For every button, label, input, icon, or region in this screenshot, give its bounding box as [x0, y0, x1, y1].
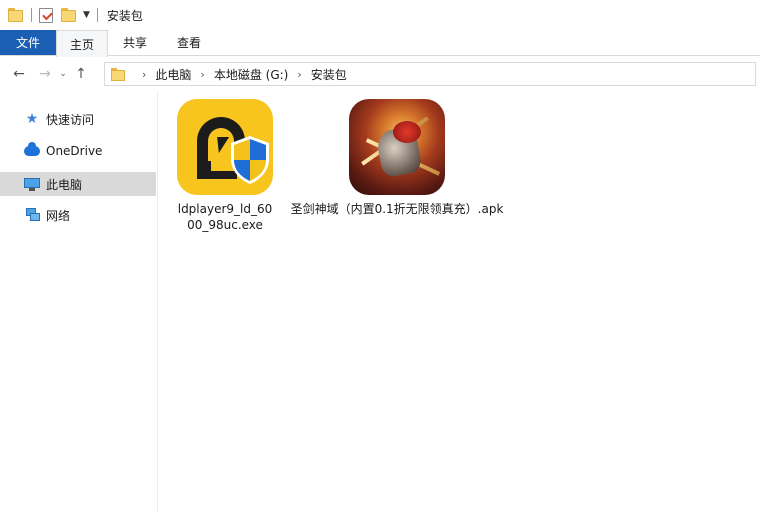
ribbon-tabs: 文件 主页 共享 查看 [0, 30, 760, 57]
customize-quick-access-icon[interactable]: ▼ [83, 10, 90, 20]
network-icon [24, 208, 40, 222]
navigation-bar: ← → ⌄ ↑ › 此电脑 › 本地磁盘 (G:) › 安装包 [0, 57, 760, 91]
title-bar: ▼ 安装包 [0, 0, 760, 30]
title-separator [96, 8, 98, 22]
breadcrumb-chevron-icon[interactable]: › [297, 68, 301, 81]
computer-icon [24, 177, 40, 191]
file-list: ldplayer9_ld_60 00_98uc.exe 圣剑神域（内置0.1折无… [159, 91, 760, 512]
up-arrow-icon[interactable]: ↑ [70, 63, 92, 85]
breadcrumb-local-disk[interactable]: 本地磁盘 (G:) [214, 66, 289, 83]
navigation-pane: ★ 快速访问 OneDrive 此电脑 网络 [0, 91, 158, 512]
breadcrumb-current-folder[interactable]: 安装包 [311, 66, 347, 83]
sidebar-item-quick-access[interactable]: ★ 快速访问 [0, 107, 156, 131]
tab-home[interactable]: 主页 [56, 30, 108, 57]
address-bar[interactable]: › 此电脑 › 本地磁盘 (G:) › 安装包 [104, 62, 756, 86]
file-name: 圣剑神域（内置0.1折无限领真充）.apk [290, 202, 504, 216]
properties-icon[interactable] [39, 7, 53, 23]
sidebar-item-this-pc[interactable]: 此电脑 [0, 172, 156, 196]
sidebar-item-label: 此电脑 [46, 177, 83, 192]
window-title: 安装包 [106, 8, 143, 23]
breadcrumb-chevron-icon[interactable]: › [200, 68, 204, 81]
forward-arrow-icon[interactable]: → [34, 63, 56, 85]
sidebar-item-label: 网络 [46, 208, 71, 223]
uac-shield-icon [231, 136, 269, 184]
new-folder-icon[interactable] [61, 8, 77, 22]
ldplayer-app-icon [177, 99, 273, 195]
quick-access-separator [31, 8, 32, 22]
breadcrumb-this-pc[interactable]: 此电脑 [155, 66, 191, 83]
game-app-icon [349, 99, 445, 195]
tab-share[interactable]: 共享 [108, 30, 162, 55]
sidebar-item-onedrive[interactable]: OneDrive [0, 139, 156, 163]
star-icon: ★ [25, 111, 39, 127]
tab-file[interactable]: 文件 [0, 30, 56, 55]
recent-locations-chevron-icon[interactable]: ⌄ [56, 63, 70, 85]
folder-icon[interactable] [8, 8, 24, 22]
back-arrow-icon[interactable]: ← [8, 63, 30, 85]
file-item[interactable]: ldplayer9_ld_60 00_98uc.exe [171, 99, 279, 233]
tab-view[interactable]: 查看 [162, 30, 216, 55]
cloud-icon [24, 142, 40, 156]
sidebar-item-label: 快速访问 [46, 112, 95, 127]
breadcrumb-chevron-icon[interactable]: › [142, 68, 146, 81]
file-name: ldplayer9_ld_60 00_98uc.exe [177, 202, 273, 232]
sidebar-item-network[interactable]: 网络 [0, 203, 156, 227]
file-item[interactable]: 圣剑神域（内置0.1折无限领真充）.apk [287, 99, 507, 217]
sidebar-item-label: OneDrive [46, 144, 103, 158]
address-folder-icon [111, 67, 125, 81]
